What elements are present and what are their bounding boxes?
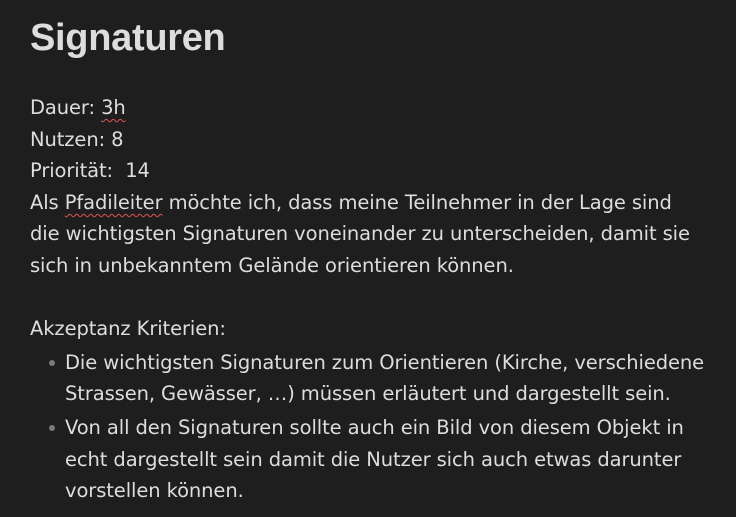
- story-part1: Als: [30, 190, 65, 214]
- note-body[interactable]: Dauer: 3h Nutzen: 8 Priorität: 14 Als Pf…: [30, 92, 706, 345]
- dauer-value: 3h: [101, 96, 126, 119]
- note-title: Signaturen: [30, 17, 226, 59]
- criteria-item-text: Die wichtigsten Signaturen zum Orientier…: [65, 350, 705, 406]
- criteria-item: Von all den Signaturen sollte auch ein B…: [30, 412, 706, 507]
- user-story: Als Pfadileiter möchte ich, dass meine T…: [30, 187, 706, 282]
- criteria-item-text: Von all den Signaturen sollte auch ein B…: [65, 415, 684, 503]
- note-document: Signaturen Dauer: 3h Nutzen: 8 Priorität…: [0, 0, 736, 517]
- nutzen-line: Nutzen: 8: [30, 124, 706, 156]
- criteria-list[interactable]: Die wichtigsten Signaturen zum Orientier…: [30, 347, 706, 507]
- prioritaet-label: Priorität:: [30, 159, 114, 183]
- dauer-label: Dauer:: [30, 96, 95, 119]
- criteria-heading: Akzeptanz Kriterien:: [30, 317, 226, 341]
- prioritaet-line: Priorität: 14: [30, 155, 706, 187]
- bullet-icon: [49, 424, 55, 431]
- nutzen-label: Nutzen:: [30, 127, 106, 151]
- nutzen-value: 8: [111, 127, 124, 151]
- prioritaet-value: 14: [125, 159, 150, 183]
- dauer-line: Dauer: 3h: [30, 92, 706, 124]
- bullet-icon: [49, 359, 55, 366]
- story-role: Pfadileiter: [64, 190, 163, 214]
- criteria-item: Die wichtigsten Signaturen zum Orientier…: [30, 347, 706, 410]
